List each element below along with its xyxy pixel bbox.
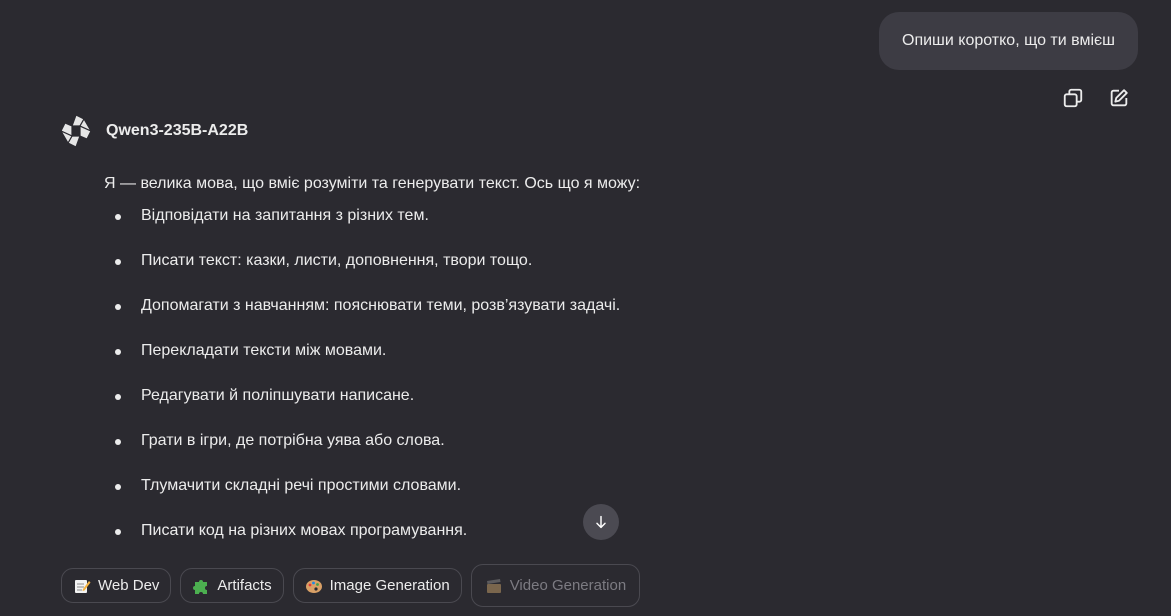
image-generation-label: Image Generation	[329, 577, 450, 594]
image-generation-chip[interactable]: Image Generation	[292, 568, 462, 603]
copy-icon[interactable]	[1061, 86, 1085, 110]
video-generation-chip[interactable]: Video Generation	[470, 564, 641, 607]
arrow-down-icon	[596, 515, 606, 529]
puzzle-icon	[192, 577, 210, 595]
artifacts-label: Artifacts	[217, 577, 272, 594]
list-item: Тлумачити складні речі простими словами.	[104, 474, 1004, 498]
feature-chips: Web Dev Artifacts Image Generation Video…	[61, 564, 641, 607]
list-item: Грати в ігри, де потрібна уява або слова…	[104, 429, 1004, 453]
edit-icon[interactable]	[1107, 86, 1131, 110]
message-actions	[1061, 86, 1131, 110]
web-dev-label: Web Dev	[98, 577, 160, 594]
user-message-bubble: Опиши коротко, що ти вмієш	[879, 12, 1138, 70]
user-message-text: Опиши коротко, що ти вмієш	[902, 32, 1115, 49]
scroll-down-button[interactable]	[583, 504, 619, 540]
clapperboard-icon	[485, 577, 503, 595]
list-item: Допомагати з навчанням: пояснювати теми,…	[104, 294, 1004, 318]
list-item: Перекладати тексти між мовами.	[104, 339, 1004, 363]
video-generation-label: Video Generation	[509, 577, 627, 594]
answer-list: Відповідати на запитання з різних тем. П…	[104, 204, 1004, 543]
assistant-header: Qwen3-235B-A22B	[58, 113, 248, 149]
assistant-answer: Я — велика мова, що вміє розуміти та ген…	[104, 172, 1004, 564]
list-item: Писати код на різних мовах програмування…	[104, 519, 1004, 543]
web-dev-chip[interactable]: Web Dev	[61, 568, 172, 603]
model-name: Qwen3-235B-A22B	[106, 122, 249, 139]
list-item: Відповідати на запитання з різних тем.	[104, 204, 1004, 228]
artifacts-chip[interactable]: Artifacts	[180, 568, 284, 603]
answer-intro: Я — велика мова, що вміє розуміти та ген…	[104, 175, 641, 192]
qwen-logo-icon	[58, 113, 94, 149]
memo-icon	[73, 577, 91, 595]
palette-icon	[305, 577, 323, 595]
list-item: Редагувати й поліпшувати написане.	[104, 384, 1004, 408]
list-item: Писати текст: казки, листи, доповнення, …	[104, 249, 1004, 273]
